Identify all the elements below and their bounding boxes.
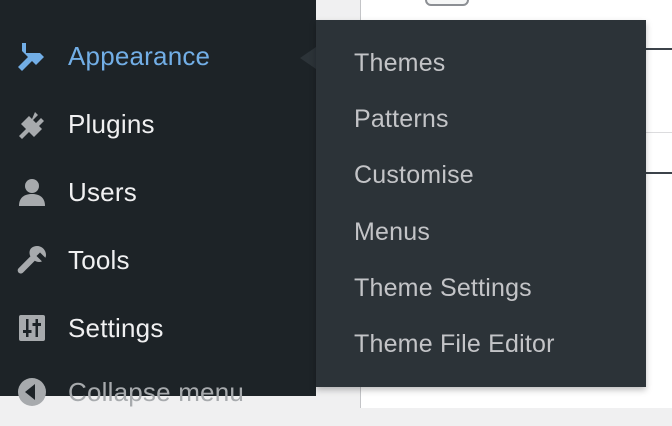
admin-sidebar: Appearance Plugins Users Tools Settings … xyxy=(0,0,316,407)
collapse-arrow-icon xyxy=(15,375,49,409)
sidebar-item-tools[interactable]: Tools xyxy=(0,226,316,294)
sidebar-item-label: Appearance xyxy=(68,40,211,71)
submenu-item-menus[interactable]: Menus xyxy=(354,218,430,247)
sidebar-item-label: Collapse menu xyxy=(68,376,245,407)
content-divider xyxy=(646,48,672,50)
collapse-menu-button[interactable]: Collapse menu xyxy=(0,358,316,426)
sidebar-item-appearance[interactable]: Appearance xyxy=(0,22,316,90)
plug-icon xyxy=(15,107,49,141)
sidebar-item-label: Users xyxy=(68,176,137,207)
sliders-icon xyxy=(15,311,49,345)
sidebar-item-users[interactable]: Users xyxy=(0,158,316,226)
user-icon xyxy=(15,175,49,209)
sidebar-item-plugins[interactable]: Plugins xyxy=(0,90,316,158)
sidebar-item-label: Plugins xyxy=(68,108,155,139)
content-divider xyxy=(646,172,672,174)
submenu-item-theme-settings[interactable]: Theme Settings xyxy=(354,274,532,303)
content-divider xyxy=(646,132,672,133)
submenu-item-patterns[interactable]: Patterns xyxy=(354,105,449,134)
sidebar-item-settings[interactable]: Settings xyxy=(0,294,316,362)
submenu-item-customise[interactable]: Customise xyxy=(354,161,474,190)
sidebar-item-label: Tools xyxy=(68,244,130,275)
content-widget xyxy=(425,0,469,6)
sidebar-item-label: Settings xyxy=(68,312,164,343)
flyout-pointer xyxy=(300,47,316,69)
appearance-submenu: Themes Patterns Customise Menus Theme Se… xyxy=(316,20,646,387)
paintbrush-icon xyxy=(15,39,49,73)
submenu-item-theme-file-editor[interactable]: Theme File Editor xyxy=(354,330,555,359)
submenu-item-themes[interactable]: Themes xyxy=(354,49,446,78)
wrench-icon xyxy=(15,243,49,277)
